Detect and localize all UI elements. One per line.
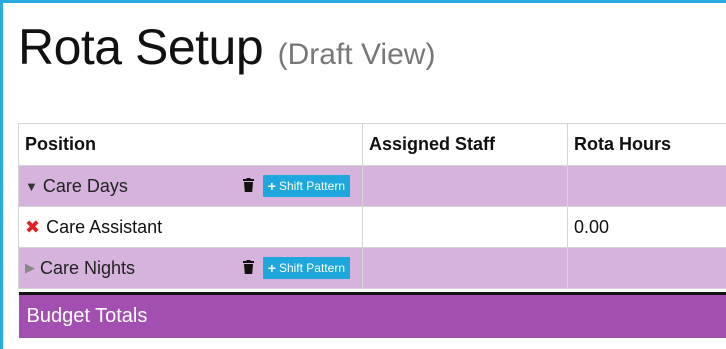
page-header: Rota Setup (Draft View) <box>18 18 435 76</box>
add-shift-pattern-label: Shift Pattern <box>278 179 345 193</box>
group-cell-position: ▼ Care Days + Shift Pattern <box>18 165 363 207</box>
remove-x-icon[interactable]: ✖ <box>25 217 40 237</box>
budget-totals-row: Budget Totals <box>18 292 726 338</box>
rota-table: Position Assigned Staff Rota Hours ▼ Car… <box>18 123 726 338</box>
plus-icon: + <box>267 260 276 276</box>
column-header-assigned-staff: Assigned Staff <box>362 123 568 166</box>
table-header-row: Position Assigned Staff Rota Hours <box>18 123 726 166</box>
column-header-position: Position <box>18 123 363 166</box>
group-cell-staff <box>362 165 568 207</box>
add-shift-pattern-button[interactable]: + Shift Pattern <box>262 175 350 197</box>
group-row-care-nights: ▶ Care Nights + Shift Pattern <box>18 247 726 289</box>
budget-totals-label: Budget Totals <box>18 292 726 338</box>
page-title: Rota Setup <box>18 19 264 75</box>
add-shift-pattern-label: Shift Pattern <box>278 261 345 275</box>
position-label: Care Assistant <box>46 216 163 237</box>
trash-icon[interactable] <box>242 176 254 197</box>
collapse-triangle-icon[interactable]: ▶ <box>25 260 35 276</box>
page-subtitle: (Draft View) <box>277 38 436 71</box>
expand-triangle-icon[interactable]: ▼ <box>25 179 38 194</box>
item-cell-staff[interactable] <box>362 206 568 248</box>
column-header-rota-hours: Rota Hours <box>567 123 726 166</box>
group-label[interactable]: Care Nights <box>40 258 135 279</box>
add-shift-pattern-button[interactable]: + Shift Pattern <box>262 257 350 279</box>
item-cell-hours: 0.00 <box>567 206 726 248</box>
group-label[interactable]: Care Days <box>43 176 128 197</box>
group-cell-staff <box>362 247 568 289</box>
table-row-care-assistant: ✖ Care Assistant 0.00 <box>18 206 726 248</box>
item-cell-position: ✖ Care Assistant <box>18 206 363 248</box>
plus-icon: + <box>267 178 276 194</box>
trash-icon[interactable] <box>242 258 254 279</box>
group-cell-hours <box>567 247 726 289</box>
group-cell-hours <box>567 165 726 207</box>
group-cell-position: ▶ Care Nights + Shift Pattern <box>18 247 363 289</box>
group-row-care-days: ▼ Care Days + Shift Pattern <box>18 165 726 207</box>
